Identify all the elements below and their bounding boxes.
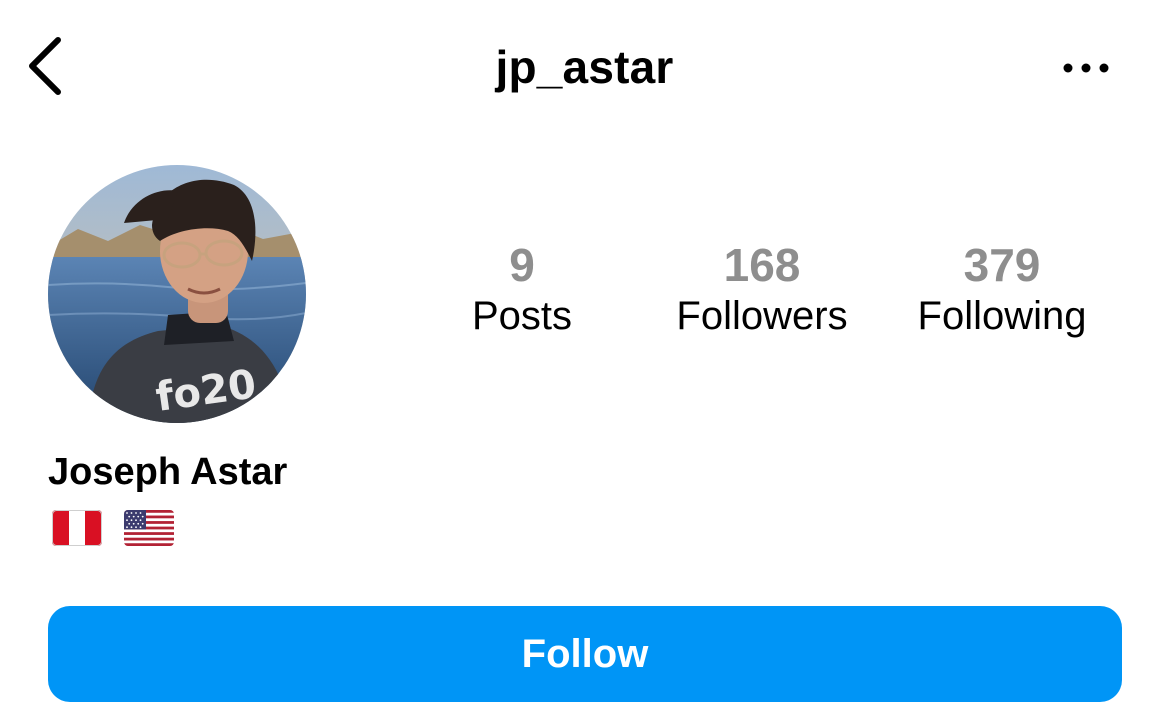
following-label: Following xyxy=(917,294,1087,338)
stat-following[interactable]: 379 Following xyxy=(892,236,1112,342)
posts-count: 9 xyxy=(509,239,535,291)
profile-header: jp_astar xyxy=(0,0,1169,134)
profile-bio xyxy=(52,508,174,548)
page-title-username: jp_astar xyxy=(495,41,674,93)
stat-posts[interactable]: 9 Posts xyxy=(412,236,632,342)
flag-usa-icon xyxy=(124,510,174,546)
follow-button[interactable]: Follow xyxy=(48,606,1122,702)
more-horizontal-icon xyxy=(1063,63,1109,73)
following-count: 379 xyxy=(963,239,1041,291)
flag-peru-icon xyxy=(52,510,102,546)
followers-count: 168 xyxy=(723,239,801,291)
profile-full-name: Joseph Astar xyxy=(48,451,288,493)
posts-label: Posts xyxy=(471,294,573,338)
avatar[interactable]: fo20 xyxy=(48,165,306,423)
followers-label: Followers xyxy=(676,294,848,338)
more-options-button[interactable] xyxy=(1058,48,1114,88)
profile-photo: fo20 xyxy=(48,165,306,423)
stat-followers[interactable]: 168 Followers xyxy=(652,236,872,342)
